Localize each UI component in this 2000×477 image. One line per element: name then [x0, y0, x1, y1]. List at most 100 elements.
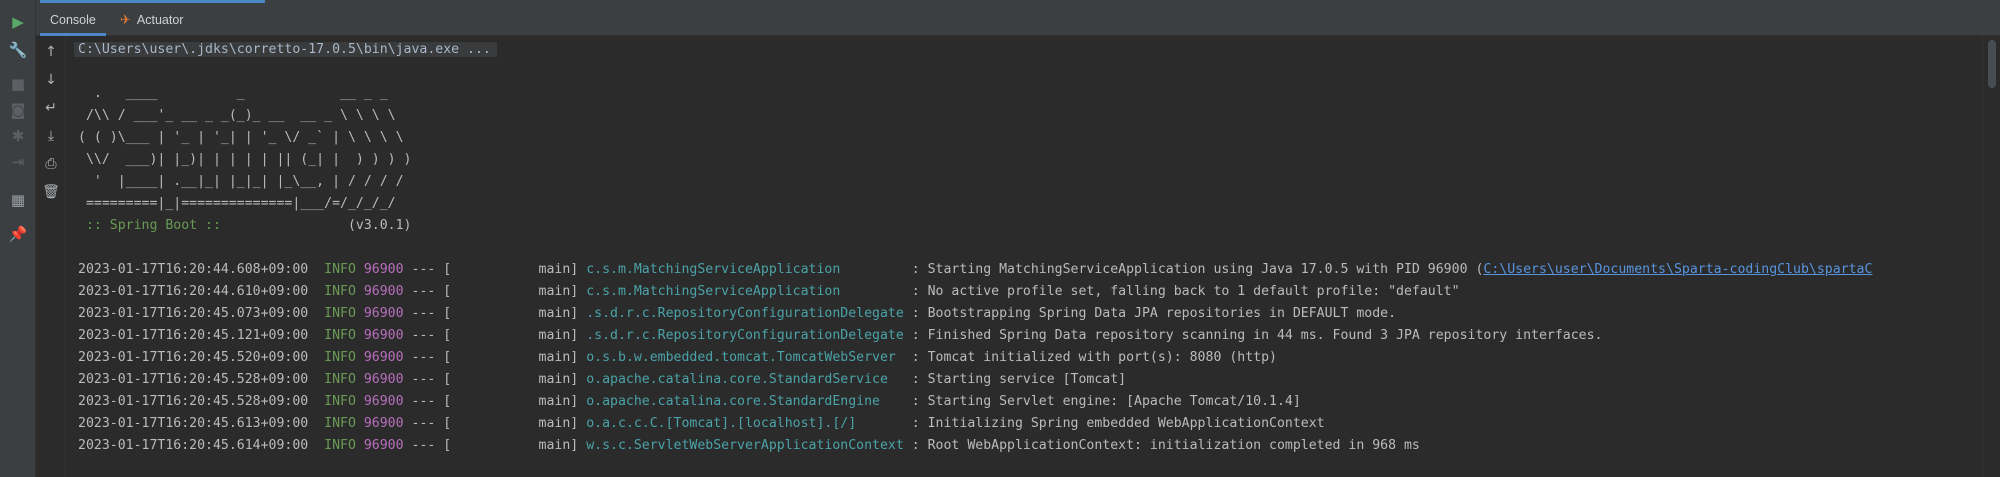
log-space: [578, 306, 586, 321]
log-thread: main]: [451, 284, 579, 299]
log-logger: .s.d.r.c.RepositoryConfigurationDelegate: [586, 306, 904, 321]
log-pid: 96900: [363, 262, 404, 277]
log-line: 2023-01-17T16:20:45.613+09:00 INFO 96900…: [78, 413, 1325, 435]
log-message: : Starting Servlet engine: [Apache Tomca…: [903, 394, 1301, 409]
log-pid: 96900: [363, 306, 404, 321]
log-space: [308, 262, 324, 277]
log-timestamp: 2023-01-17T16:20:45.073+09:00: [78, 306, 309, 321]
log-thread: main]: [451, 372, 579, 387]
print-icon[interactable]: ⎙: [39, 152, 63, 176]
log-space: [578, 416, 586, 431]
run-icon[interactable]: ▶: [6, 10, 30, 34]
log-path-link[interactable]: C:\Users\user\Documents\Sparta-codingClu…: [1483, 262, 1872, 277]
banner-line: ( ( )\___ | '_ | '_| | '_ \/ _` | \ \ \ …: [78, 130, 404, 145]
camera-icon[interactable]: ◙: [6, 98, 30, 122]
log-level: INFO: [324, 350, 356, 365]
log-line: 2023-01-17T16:20:45.528+09:00 INFO 96900…: [78, 391, 1301, 413]
log-space: [578, 438, 586, 453]
log-thread: main]: [451, 350, 579, 365]
scroll-to-end-icon[interactable]: ⤓: [39, 124, 63, 148]
log-timestamp: 2023-01-17T16:20:45.121+09:00: [78, 328, 309, 343]
console-toolbar: ↑ ↓ ↵ ⤓ ⎙ 🗑: [36, 36, 66, 477]
log-space: [308, 306, 324, 321]
command-line[interactable]: C:\Users\user\.jdks\corretto-17.0.5\bin\…: [74, 39, 497, 61]
log-logger: w.s.c.ServletWebServerApplicationContext: [586, 438, 904, 453]
log-space: [578, 394, 586, 409]
trash-icon[interactable]: 🗑: [39, 180, 63, 204]
stop-icon[interactable]: ■: [6, 72, 30, 96]
log-space: [578, 328, 586, 343]
log-separator: --- [: [403, 262, 452, 277]
log-timestamp: 2023-01-17T16:20:45.528+09:00: [78, 372, 309, 387]
log-thread: main]: [451, 438, 579, 453]
log-message: : Tomcat initialized with port(s): 8080 …: [903, 350, 1277, 365]
log-space: [308, 350, 324, 365]
log-separator: --- [: [403, 328, 452, 343]
spring-boot-label: :: Spring Boot ::: [78, 218, 229, 233]
tab-label: Console: [50, 13, 96, 27]
log-pid: 96900: [363, 372, 404, 387]
layout-icon[interactable]: ▦: [6, 188, 30, 212]
log-separator: --- [: [403, 350, 452, 365]
tab-actuator[interactable]: ✈ Actuator: [120, 4, 183, 36]
log-space: [356, 394, 364, 409]
log-message: : No active profile set, falling back to…: [903, 284, 1460, 299]
log-separator: --- [: [403, 416, 452, 431]
log-line: 2023-01-17T16:20:45.614+09:00 INFO 96900…: [78, 435, 1420, 457]
log-space: [308, 284, 324, 299]
log-thread: main]: [451, 394, 579, 409]
wrench-icon[interactable]: 🔧: [6, 38, 30, 62]
log-logger: c.s.m.MatchingServiceApplication: [586, 262, 904, 277]
pin-icon[interactable]: 📌: [6, 222, 30, 246]
log-message: : Finished Spring Data repository scanni…: [903, 328, 1603, 343]
debug-icon[interactable]: ✱: [6, 124, 30, 148]
scrollbar-thumb[interactable]: [1988, 40, 1996, 88]
log-space: [578, 350, 586, 365]
log-space: [356, 306, 364, 321]
log-pid: 96900: [363, 328, 404, 343]
log-space: [356, 284, 364, 299]
log-message: : Starting service [Tomcat]: [903, 372, 1127, 387]
up-arrow-icon[interactable]: ↑: [39, 40, 63, 64]
log-space: [308, 416, 324, 431]
banner-line: =========|_|==============|___/=/_/_/_/: [78, 196, 396, 211]
console-output[interactable]: C:\Users\user\.jdks\corretto-17.0.5\bin\…: [66, 36, 1982, 477]
log-message: : Bootstrapping Spring Data JPA reposito…: [903, 306, 1397, 321]
log-line: 2023-01-17T16:20:45.073+09:00 INFO 96900…: [78, 303, 1396, 325]
log-thread: main]: [451, 262, 579, 277]
log-level: INFO: [324, 262, 356, 277]
log-pid: 96900: [363, 284, 404, 299]
log-line: 2023-01-17T16:20:44.610+09:00 INFO 96900…: [78, 281, 1460, 303]
vertical-scrollbar[interactable]: [1982, 36, 2000, 477]
log-logger: o.apache.catalina.core.StandardEngine: [586, 394, 904, 409]
log-pid: 96900: [363, 416, 404, 431]
tab-console[interactable]: Console: [40, 4, 106, 36]
banner-line: /\\ / ___'_ __ _ _(_)_ __ __ _ \ \ \ \: [78, 108, 396, 123]
log-level: INFO: [324, 438, 356, 453]
log-level: INFO: [324, 416, 356, 431]
top-accent-bar: [40, 0, 265, 3]
down-arrow-icon[interactable]: ↓: [39, 68, 63, 92]
log-timestamp: 2023-01-17T16:20:44.610+09:00: [78, 284, 309, 299]
log-pid: 96900: [363, 394, 404, 409]
log-line: 2023-01-17T16:20:44.608+09:00 INFO 96900…: [78, 259, 1872, 281]
log-message: : Starting MatchingServiceApplication us…: [903, 262, 1484, 277]
log-space: [356, 372, 364, 387]
log-thread: main]: [451, 306, 579, 321]
tool-window-tabbar: Console ✈ Actuator: [36, 0, 2000, 36]
command-text[interactable]: C:\Users\user\.jdks\corretto-17.0.5\bin\…: [74, 42, 497, 57]
log-timestamp: 2023-01-17T16:20:45.520+09:00: [78, 350, 309, 365]
log-timestamp: 2023-01-17T16:20:44.608+09:00: [78, 262, 309, 277]
log-logger: o.s.b.w.embedded.tomcat.TomcatWebServer: [586, 350, 904, 365]
exit-icon[interactable]: ⇥: [6, 150, 30, 174]
log-level: INFO: [324, 372, 356, 387]
log-space: [308, 394, 324, 409]
log-logger: o.apache.catalina.core.StandardService: [586, 372, 904, 387]
actuator-icon: ✈: [120, 12, 131, 27]
log-space: [356, 262, 364, 277]
log-space: [308, 328, 324, 343]
log-separator: --- [: [403, 394, 452, 409]
log-line: 2023-01-17T16:20:45.528+09:00 INFO 96900…: [78, 369, 1126, 391]
soft-wrap-icon[interactable]: ↵: [39, 96, 63, 120]
log-level: INFO: [324, 394, 356, 409]
